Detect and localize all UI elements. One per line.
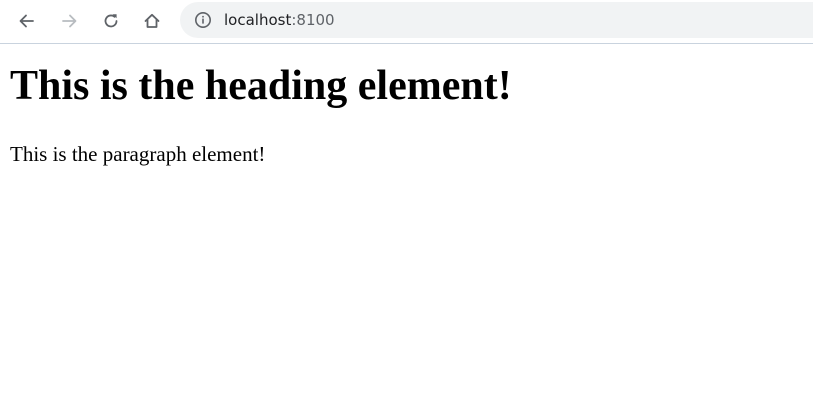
home-icon	[144, 13, 160, 28]
page-heading: This is the heading element!	[10, 63, 512, 109]
page-content: This is the heading element! This is the…	[0, 60, 813, 167]
arrow-right-icon	[62, 14, 77, 28]
home-button[interactable]	[138, 7, 166, 35]
address-bar[interactable]: localhost:8100	[180, 2, 813, 38]
arrow-left-icon	[19, 14, 34, 28]
browser-toolbar: localhost:8100	[0, 0, 813, 44]
forward-button[interactable]	[55, 7, 83, 35]
url-text[interactable]: localhost:8100	[224, 11, 335, 29]
url-host: localhost	[224, 11, 292, 29]
back-button[interactable]	[13, 7, 41, 35]
page-paragraph: This is the paragraph element!	[10, 142, 266, 166]
reload-icon	[104, 14, 118, 28]
info-icon[interactable]	[194, 11, 212, 29]
reload-button[interactable]	[97, 7, 125, 35]
url-port: :8100	[291, 11, 335, 29]
